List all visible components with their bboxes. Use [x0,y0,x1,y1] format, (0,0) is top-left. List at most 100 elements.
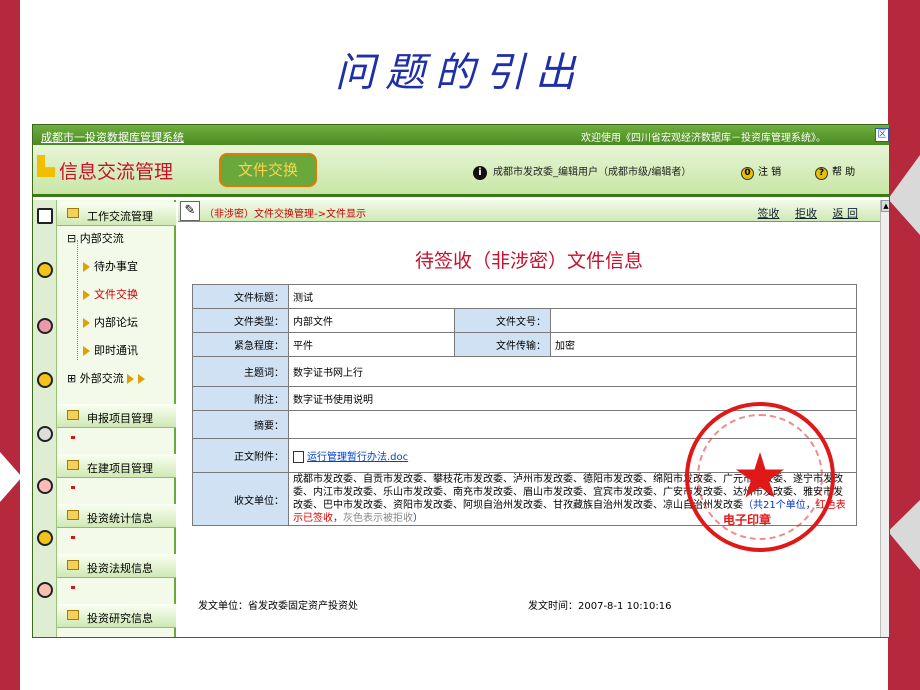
tree-node-external-label: 外部交流 [79,372,124,385]
table-row: 紧急程度： 平件 文件传输： 加密 [192,332,857,357]
welcome-text: 欢迎使用《四川省宏观经济数据库－投资库管理系统》。 [581,133,826,144]
tree-node-external[interactable]: ⊞ 外部交流 [67,370,149,386]
issue-time-text: 发文时间：2007-8-1 10:10:16 [528,601,672,612]
electronic-seal: 电子印章 [685,402,835,552]
tree-node-internal-label: 内部交流 [79,232,124,245]
slide-left-stripe [0,0,20,690]
abstract-label: 摘要： [192,410,289,439]
folder-icon [67,410,79,420]
note-label: 附注： [192,386,289,411]
user-info: i 成都市发改委_编辑用户（成都市级/编辑者） [473,163,691,180]
user-info-text: 成都市发改委_编辑用户（成都市级/编辑者） [493,167,692,178]
top-bar: 成都市一投资数据库管理系统 欢迎使用《四川省宏观经济数据库－投资库管理系统》。 … [33,125,889,145]
arrow-icon [83,290,90,300]
slide-title: 问题的引出 [335,50,585,96]
breadcrumb: （非涉密）文件交换管理->文件显示 [204,209,366,220]
tree-item-todo[interactable]: 待办事宜 [83,258,138,274]
arrow-icon [83,318,90,328]
module-icon-4[interactable] [37,426,53,442]
tree-node-internal[interactable]: ⊟ 内部交流 [67,230,124,246]
docno-value [550,308,857,333]
sidebar-group-label: 申报项目管理 [87,412,153,425]
tree-line [77,240,78,360]
folder-icon [67,460,79,470]
sidebar-group-research[interactable]: 投资研究信息 [57,604,176,628]
tree-item-label: 内部论坛 [94,316,138,329]
document-icon[interactable] [37,208,53,224]
logout-button[interactable]: 0 注 销 [741,163,781,180]
recipients-label: 收文单位： [192,472,289,526]
module-icon-6[interactable] [37,582,53,598]
vertical-scrollbar[interactable]: ▲ [880,200,889,637]
urgency-label: 紧急程度： [192,332,289,357]
sidebar-group-label: 投资统计信息 [87,512,153,525]
module-icon-5[interactable] [37,530,53,546]
issuer-text: 发文单位：省发改委固定资产投资处 [198,601,358,612]
sidebar-marker [71,436,75,439]
seal-text: 电子印章 [723,513,772,527]
document-heading: 待签收（非涉密）文件信息 [414,250,643,272]
table-row: 文件标题： 测试 [192,284,857,309]
sidebar-marker [71,536,75,539]
app-header: 信息交流管理 文件交换 i 成都市发改委_编辑用户（成都市级/编辑者） 0注 销 … [33,145,889,197]
window-button[interactable]: 区 [875,128,889,142]
tree-item-im[interactable]: 即时通讯 [83,342,138,358]
module-icon-strip [33,200,57,637]
module-icon-2[interactable] [37,318,53,334]
word-doc-icon [293,451,304,463]
sidebar-group-stats[interactable]: 投资统计信息 [57,504,176,528]
title-label: 文件标题： [192,284,289,309]
back-link[interactable]: 返 回 [833,207,859,220]
title-value: 测试 [288,284,857,309]
attachment-link[interactable]: 运行管理暂行办法.doc [307,452,408,463]
sidebar-group-label: 投资法规信息 [87,562,153,575]
legend-rejected: 灰色表示被拒收 [343,513,413,524]
sidebar-group-law[interactable]: 投资法规信息 [57,554,176,578]
logo-arrow-icon [37,155,55,177]
sidebar: 工作交流管理 ⊟ 内部交流 待办事宜 文件交换 内部论坛 即时通讯 ⊞ 外部交流… [57,200,176,637]
subject-value: 数字证书网上行 [288,356,857,387]
arrow-icon [83,262,90,272]
sidebar-group-declare[interactable]: 申报项目管理 [57,404,176,428]
sidebar-group-work[interactable]: 工作交流管理 [57,202,176,226]
tree-item-forum[interactable]: 内部论坛 [83,314,138,330]
arrow-icon [83,346,90,356]
sign-link[interactable]: 签收 [758,207,780,220]
sidebar-group-construction[interactable]: 在建项目管理 [57,454,176,478]
help-icon: ? [815,167,828,180]
table-row: 主题词： 数字证书网上行 [192,356,857,387]
module-icon-3[interactable] [37,372,53,388]
arrow-icon [126,374,134,384]
subject-label: 主题词： [192,356,289,387]
sidebar-group-label: 在建项目管理 [87,462,153,475]
reject-link[interactable]: 拒收 [795,207,817,220]
slide-right-stripe [888,0,920,690]
tree-item-file-exchange[interactable]: 文件交换 [83,286,138,302]
table-row: 文件类型： 内部文件 文件文号： [192,308,857,333]
tab-file-exchange[interactable]: 文件交换 [219,153,317,187]
tree-item-label: 文件交换 [94,288,138,301]
urgency-value: 平件 [288,332,455,357]
system-link[interactable]: 成都市一投资数据库管理系统 [41,129,184,145]
attachment-label: 正文附件： [192,438,289,473]
tree-item-label: 待办事宜 [94,260,138,273]
tree-item-label: 即时通讯 [94,344,138,357]
sidebar-marker [71,586,75,589]
docno-label: 文件文号： [454,308,551,333]
checkbox-icon[interactable] [37,478,53,494]
sidebar-marker [71,486,75,489]
help-button[interactable]: ? 帮 助 [815,163,855,180]
legend-suffix: ） [413,513,423,524]
module-icon-1[interactable] [37,262,53,278]
action-links: 签收 拒收 返 回 [746,205,859,221]
folder-icon [67,208,79,218]
folder-icon [67,610,79,620]
type-value: 内部文件 [288,308,455,333]
app-screenshot: 成都市一投资数据库管理系统 欢迎使用《四川省宏观经济数据库－投资库管理系统》。 … [32,124,890,638]
folder-icon [67,560,79,570]
legend-sep: ， [333,513,343,524]
transmission-value: 加密 [550,332,857,357]
help-label: 帮 助 [832,167,856,178]
scroll-up-icon[interactable]: ▲ [881,200,889,212]
sidebar-group-label: 投资研究信息 [87,612,153,625]
